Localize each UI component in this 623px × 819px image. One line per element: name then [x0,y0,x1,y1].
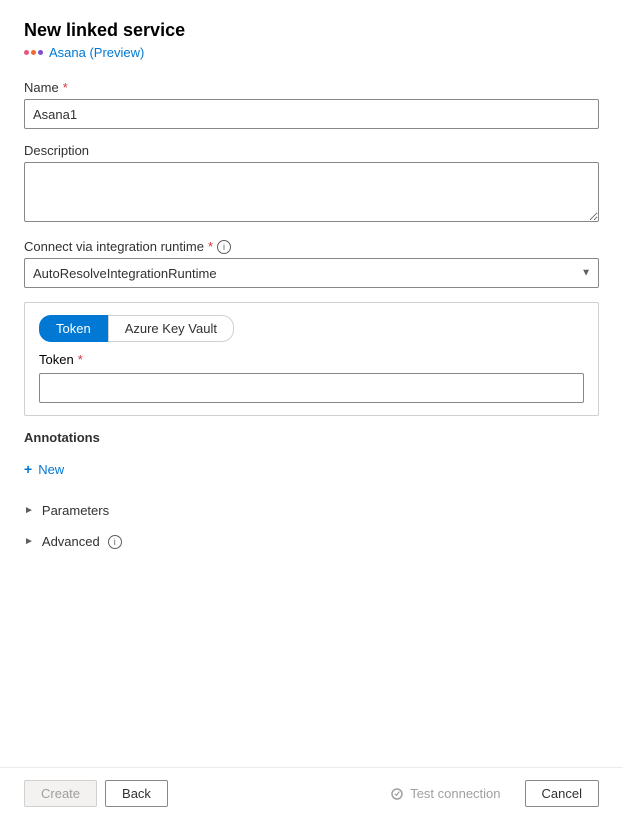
parameters-chevron-icon: ► [24,505,34,516]
name-input[interactable] [24,99,599,129]
asana-logo [24,50,43,55]
azure-key-vault-toggle-btn[interactable]: Azure Key Vault [108,315,234,342]
runtime-field-group: Connect via integration runtime * i Auto… [24,239,599,288]
add-new-button[interactable]: + New [24,457,64,481]
name-label: Name * [24,80,599,95]
test-connection-icon [390,787,404,801]
test-connection-button[interactable]: Test connection [374,781,516,806]
subtitle-row: Asana (Preview) [24,45,599,60]
runtime-required-star: * [208,239,213,254]
toggle-group: Token Azure Key Vault [39,315,584,342]
description-input[interactable] [24,162,599,222]
annotations-heading: Annotations [24,430,599,445]
advanced-label: Advanced [42,534,100,549]
annotations-section: Annotations + New [24,430,599,481]
runtime-select[interactable]: AutoResolveIntegrationRuntime [24,258,599,288]
cancel-button[interactable]: Cancel [525,780,599,807]
asana-dot-orange [31,50,36,55]
token-required-star: * [78,352,83,367]
token-toggle-btn[interactable]: Token [39,315,108,342]
subtitle-text: Asana (Preview) [49,45,144,60]
parameters-collapsible[interactable]: ► Parameters [24,495,599,526]
back-button[interactable]: Back [105,780,168,807]
runtime-info-icon[interactable]: i [217,240,231,254]
advanced-chevron-icon: ► [24,536,34,547]
advanced-collapsible[interactable]: ► Advanced i [24,526,599,557]
runtime-select-wrapper: AutoResolveIntegrationRuntime ▼ [24,258,599,288]
parameters-label: Parameters [42,503,109,518]
description-label: Description [24,143,599,158]
asana-dot-purple [38,50,43,55]
name-field-group: Name * [24,80,599,129]
asana-logo-dots [24,50,43,55]
token-input[interactable] [39,373,584,403]
create-button[interactable]: Create [24,780,97,807]
panel-title: New linked service [24,20,599,41]
runtime-label: Connect via integration runtime * i [24,239,599,254]
token-label-row: Token * [39,352,584,367]
advanced-info-icon[interactable]: i [108,535,122,549]
token-field-label: Token [39,352,74,367]
footer: Create Back Test connection Cancel [0,767,623,819]
token-section: Token Azure Key Vault Token * [24,302,599,416]
plus-icon: + [24,461,32,477]
asana-dot-pink [24,50,29,55]
description-field-group: Description [24,143,599,225]
name-required-star: * [63,80,68,95]
add-new-label: New [38,462,64,477]
